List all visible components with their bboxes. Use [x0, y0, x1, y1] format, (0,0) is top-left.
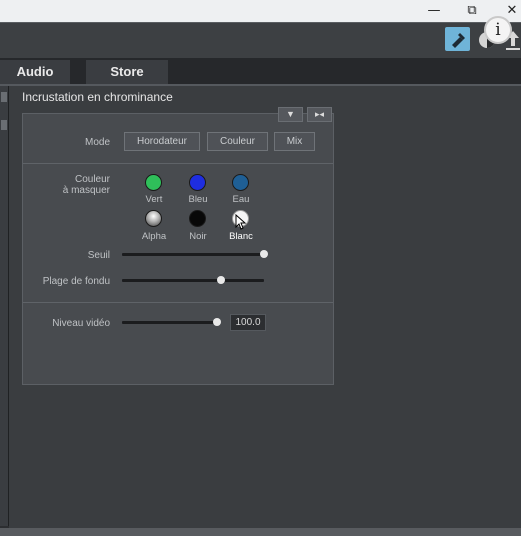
niveau-video-value[interactable]: 100.0 — [230, 314, 266, 331]
mouse-cursor-icon — [235, 214, 247, 230]
color-mask-label-line2: à masquer — [62, 185, 110, 196]
swatch-vert[interactable] — [145, 174, 162, 191]
scroll-marker — [1, 92, 7, 102]
swatch-blanc-label: Blanc — [229, 231, 253, 242]
info-icon[interactable]: i — [484, 16, 512, 44]
mode-label: Mode — [84, 137, 110, 148]
seuil-label: Seuil — [87, 250, 110, 261]
swatch-alpha[interactable] — [145, 210, 162, 227]
mode-horodateur-button[interactable]: Horodateur — [124, 132, 200, 151]
close-button[interactable]: ✕ — [503, 2, 521, 20]
pane-title: Incrustation en chrominance — [22, 90, 173, 104]
swatch-eau-label: Eau — [232, 194, 250, 205]
dropdown-button[interactable]: ▼ — [278, 107, 303, 122]
restore-button[interactable]: ⧉ — [463, 2, 481, 20]
plage-de-fondu-label: Plage de fondu — [42, 276, 110, 287]
mode-mix-button[interactable]: Mix — [274, 132, 315, 151]
collapse-button[interactable]: ▸◂ — [307, 107, 332, 122]
bottom-bar — [0, 528, 521, 536]
tab-store[interactable]: Store — [86, 60, 168, 84]
color-mask-label-line1: Couleur — [74, 174, 110, 185]
swatch-bleu[interactable] — [189, 174, 206, 191]
left-scroll-strip[interactable] — [0, 86, 9, 526]
scroll-marker — [1, 120, 7, 130]
niveau-slider-knob[interactable] — [213, 318, 221, 326]
seuil-slider-track[interactable] — [122, 253, 264, 256]
swatch-alpha-label: Alpha — [141, 231, 167, 242]
seuil-slider-knob[interactable] — [260, 250, 268, 258]
swatch-vert-label: Vert — [145, 194, 163, 205]
niveau-video-label: Niveau vidéo — [52, 318, 110, 329]
mode-couleur-button[interactable]: Couleur — [207, 132, 268, 151]
chroma-key-panel — [22, 113, 334, 385]
minimize-button[interactable]: — — [425, 2, 443, 20]
eyedropper-icon — [452, 33, 465, 48]
tab-bar — [0, 58, 521, 85]
swatch-noir[interactable] — [189, 210, 206, 227]
section-divider — [23, 302, 333, 303]
chroma-key-tool-button[interactable] — [445, 27, 470, 51]
tab-audio[interactable]: Audio — [0, 60, 70, 84]
plage-slider-track[interactable] — [122, 279, 264, 282]
toolbar — [0, 22, 521, 58]
niveau-slider-track[interactable] — [122, 321, 217, 324]
swatch-eau[interactable] — [232, 174, 249, 191]
section-divider — [23, 163, 333, 164]
